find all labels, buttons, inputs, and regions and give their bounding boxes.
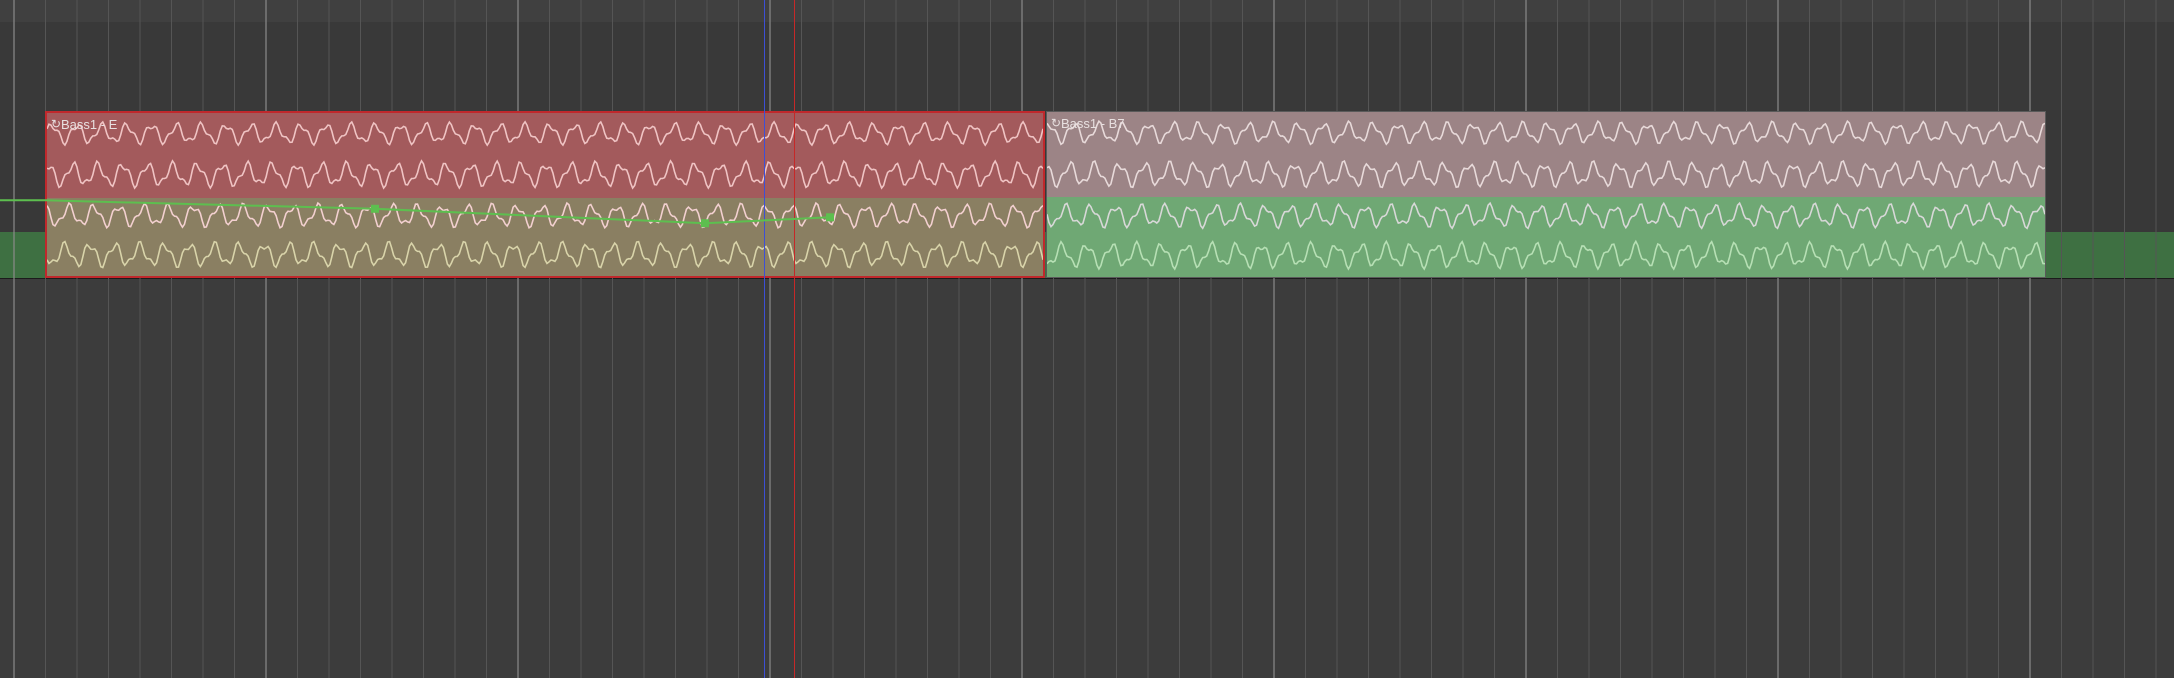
waveform-channel [47, 159, 1043, 190]
audio-region-bass1-e[interactable]: ↻ Bass1 - E [45, 111, 1045, 278]
waveform-channel [47, 201, 1043, 230]
edit-cursor-line[interactable] [794, 0, 795, 678]
waveform-channel [1047, 159, 2045, 189]
region-name-label: Bass1 - B7 [1061, 116, 1125, 131]
audio-region-bass1-b7[interactable]: ↻ Bass1 - B7 [1046, 111, 2046, 278]
playhead-line[interactable] [764, 0, 765, 678]
waveform-channel [47, 120, 1043, 147]
automation-node[interactable] [701, 219, 709, 228]
arrange-area[interactable]: ↻ Bass1 - E ↻ Bass1 - B7 [0, 0, 2174, 678]
timeline-ruler[interactable] [0, 0, 2174, 23]
waveform-display [1047, 119, 2045, 271]
waveform-channel [1047, 119, 2045, 146]
waveform-display [47, 120, 1043, 269]
loop-icon: ↻ [1051, 116, 1062, 130]
region-name-label: Bass1 - E [61, 117, 118, 132]
waveform-channel [47, 240, 1043, 269]
waveform-channel [1047, 201, 2045, 230]
empty-track-lane[interactable] [0, 22, 2174, 111]
automation-node[interactable] [371, 204, 379, 213]
automation-node[interactable] [826, 213, 834, 222]
empty-arrange-space[interactable] [0, 279, 2174, 678]
loop-icon: ↻ [51, 117, 62, 131]
waveform-channel [1047, 239, 2045, 271]
